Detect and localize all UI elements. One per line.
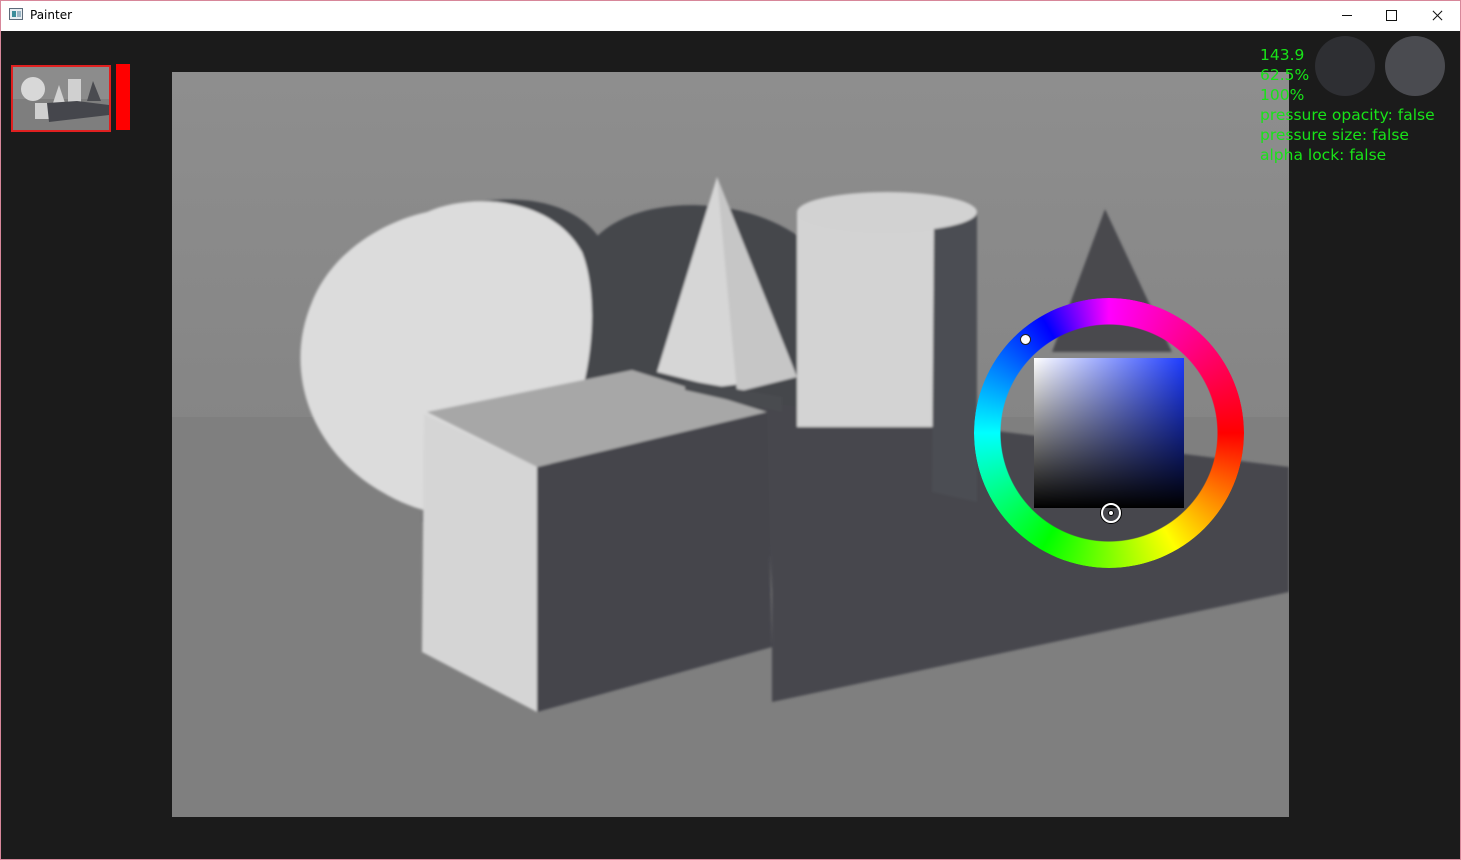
saturation-value-square[interactable]	[1034, 358, 1184, 523]
pressure-size-status: pressure size: false	[1260, 126, 1409, 144]
status-overlay: 143.9 62.5% 100% pressure opacity: false…	[1260, 45, 1435, 165]
layer-thumbnail[interactable]	[11, 65, 111, 132]
value-gradient	[1034, 358, 1184, 508]
minimize-button[interactable]	[1324, 0, 1370, 31]
maximize-button[interactable]	[1368, 0, 1414, 31]
title-bar[interactable]: Painter	[0, 0, 1461, 31]
color-wheel-picker[interactable]	[974, 298, 1244, 568]
zoom-readout: 62.5%	[1260, 66, 1310, 84]
hue-handle[interactable]	[1020, 334, 1031, 345]
color-cursor[interactable]	[1101, 503, 1121, 523]
window-title: Painter	[30, 8, 73, 22]
opacity-readout: 100%	[1260, 86, 1305, 104]
close-button[interactable]	[1414, 0, 1460, 31]
pressure-opacity-status: pressure opacity: false	[1260, 106, 1435, 124]
active-layer-indicator[interactable]	[116, 64, 130, 130]
alpha-lock-status: alpha lock: false	[1260, 146, 1387, 164]
brush-size-readout: 143.9	[1260, 46, 1305, 64]
app-icon	[9, 8, 23, 20]
layer-thumbnail-preview	[13, 67, 109, 130]
